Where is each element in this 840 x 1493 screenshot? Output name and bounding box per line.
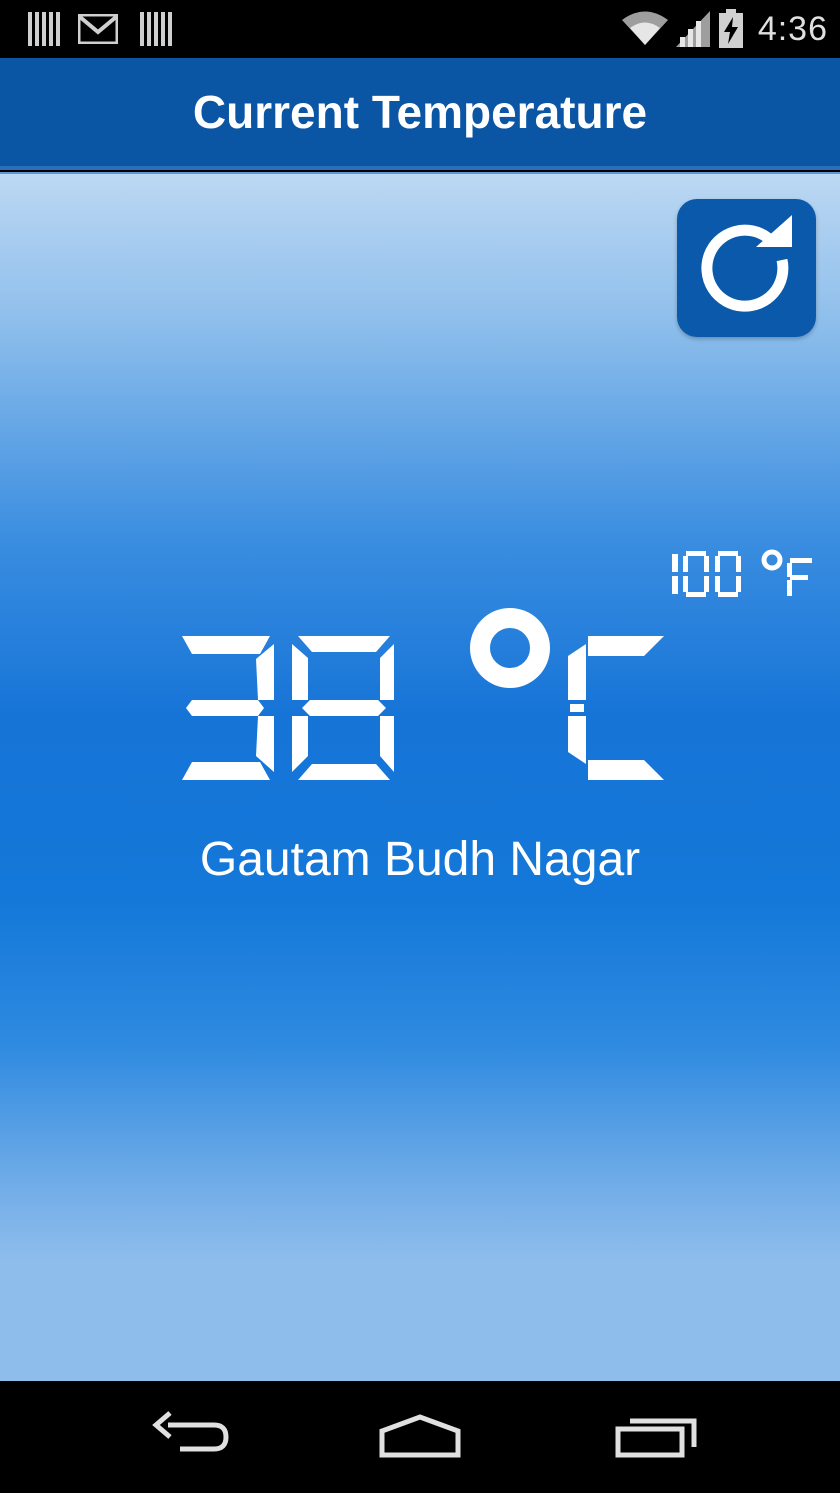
back-icon (152, 1411, 229, 1452)
status-bar: 4:36 (0, 0, 840, 58)
wifi-icon (621, 11, 668, 45)
back-button[interactable] (140, 1407, 240, 1467)
barcode-icon (28, 12, 60, 46)
recent-apps-icon (615, 1418, 697, 1458)
page-title: Current Temperature (192, 86, 648, 138)
action-bar: Current Temperature (0, 58, 840, 170)
barcode-icon (140, 12, 172, 46)
celsius-readout: 38 °C (178, 604, 668, 790)
location-name: Gautam Budh Nagar (199, 833, 641, 886)
refresh-icon (700, 215, 792, 312)
home-button[interactable] (370, 1407, 470, 1467)
home-icon (379, 1414, 461, 1458)
refresh-button[interactable] (677, 199, 816, 337)
recent-apps-button[interactable] (606, 1407, 706, 1467)
signal-icon (675, 11, 710, 47)
battery-charging-icon (718, 9, 743, 48)
gmail-icon (77, 13, 119, 48)
fahrenheit-readout: 100 °F (668, 548, 818, 600)
navigation-bar (0, 1381, 840, 1493)
status-clock: 4:36 (757, 9, 828, 48)
